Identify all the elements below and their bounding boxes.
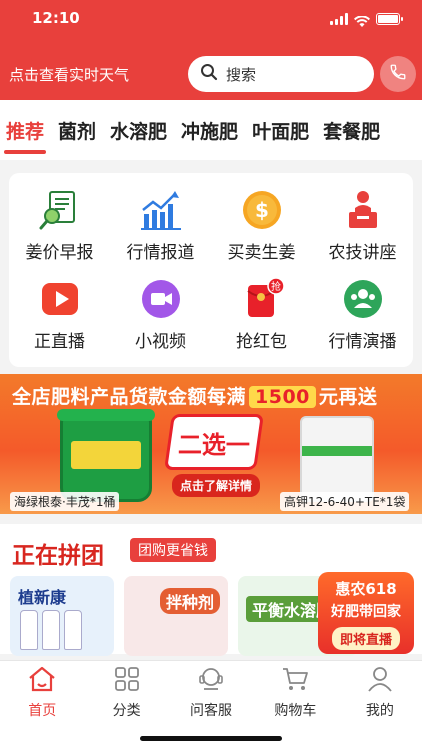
tab-package[interactable]: 套餐肥 — [323, 117, 380, 144]
banner-headline-prefix: 全店肥料产品货款金额每满 — [12, 386, 247, 408]
live-promo-card[interactable]: 惠农618 好肥带回家 即将直播 — [318, 572, 414, 654]
product-name: 植新康 — [18, 588, 67, 607]
wifi-icon — [354, 13, 370, 27]
feature-grid: 姜价早报 行情报道 $ 买卖生姜 农技讲座 正直播 小视频 抢 抢红包 行情演播 — [9, 173, 413, 367]
search-icon — [200, 63, 218, 85]
customer-service-icon — [196, 665, 226, 697]
grid-item-market-broadcast[interactable]: 行情演播 — [312, 270, 413, 359]
nav-label: 问客服 — [190, 703, 233, 719]
grid-item-label: 抢红包 — [236, 332, 287, 352]
lecture-icon — [341, 188, 385, 232]
product-card[interactable]: 植新康 — [10, 576, 114, 656]
nav-label: 分类 — [112, 703, 141, 719]
category-tabs: 推荐 菌剂 水溶肥 冲施肥 叶面肥 套餐肥 — [0, 100, 422, 160]
grid-item-market-report[interactable]: 行情报道 — [110, 181, 211, 270]
tab-recommend[interactable]: 推荐 — [3, 117, 47, 154]
grid-item-label: 农技讲座 — [328, 243, 397, 263]
grid-item-agri-lecture[interactable]: 农技讲座 — [312, 181, 413, 270]
tab-foliar[interactable]: 叶面肥 — [252, 117, 309, 144]
profile-icon — [365, 665, 395, 697]
group-buy-title: 正在拼团 — [12, 543, 104, 569]
status-time: 12:10 — [32, 9, 80, 27]
tab-microbial[interactable]: 菌剂 — [58, 117, 96, 144]
banner-right-caption: 高钾12-6-40+TE*1袋 — [280, 492, 410, 511]
grid-item-live[interactable]: 正直播 — [9, 270, 110, 359]
nav-profile[interactable]: 我的 — [338, 661, 422, 750]
group-buy-section: 正在拼团 团购更省钱 植新康 拌种剂 平衡水溶肥 惠农618 好肥带回家 即将直… — [0, 524, 422, 656]
status-icons — [330, 13, 403, 27]
promo-banner[interactable]: 全店肥料产品货款金额每满 1500 元再送 二选一 点击了解详情 海绿根泰·丰茂*1… — [0, 374, 422, 514]
grid-item-label: 小视频 — [135, 332, 186, 352]
weather-link[interactable]: 点击查看实时天气 — [9, 64, 129, 85]
product-name: 拌种剂 — [160, 588, 221, 614]
cart-icon — [280, 665, 310, 697]
home-icon — [27, 665, 57, 697]
phone-icon — [389, 63, 407, 85]
nav-label: 首页 — [28, 703, 57, 719]
grid-item-label: 姜价早报 — [25, 243, 94, 263]
grid-item-label: 买卖生姜 — [227, 243, 296, 263]
nav-label: 我的 — [365, 703, 394, 719]
red-envelope-icon: 抢 — [240, 277, 285, 321]
signal-icon — [330, 13, 348, 25]
search-placeholder: 搜索 — [226, 65, 257, 84]
phone-button[interactable] — [380, 56, 416, 92]
detail-button[interactable]: 点击了解详情 — [172, 474, 261, 497]
category-icon — [112, 665, 142, 697]
grid-item-label: 行情演播 — [328, 332, 397, 352]
grid-item-ginger-price[interactable]: 姜价早报 — [9, 181, 110, 270]
product-card[interactable]: 拌种剂 — [124, 576, 228, 656]
fertilizer-bucket-image — [57, 409, 155, 502]
chart-icon — [139, 188, 183, 232]
banner-headline-amount: 1500 — [249, 386, 316, 408]
search-bar[interactable]: 搜索 — [188, 56, 374, 92]
promo-line1: 惠农618 — [335, 580, 397, 598]
choose-one-badge: 二选一 — [164, 414, 264, 470]
home-indicator — [140, 736, 282, 741]
status-bar: 12:10 — [0, 0, 422, 40]
choose-one-text: 二选一 — [178, 430, 250, 459]
tab-water-soluble[interactable]: 水溶肥 — [110, 117, 167, 144]
group-buy-tag[interactable]: 团购更省钱 — [130, 538, 216, 562]
battery-icon — [376, 13, 403, 25]
red-envelope-badge: 抢 — [271, 280, 281, 293]
grid-item-red-envelope[interactable]: 抢 抢红包 — [211, 270, 312, 359]
svg-text:$: $ — [255, 198, 269, 222]
banner-headline-suffix: 元再送 — [318, 386, 378, 408]
group-icon — [341, 277, 385, 321]
nav-label: 购物车 — [274, 703, 317, 719]
dollar-icon: $ — [240, 188, 284, 232]
video-icon — [139, 277, 183, 321]
promo-button[interactable]: 即将直播 — [331, 627, 400, 650]
promo-line2: 好肥带回家 — [331, 604, 401, 620]
play-icon — [38, 277, 82, 321]
tab-flush-fertilizer[interactable]: 冲施肥 — [181, 117, 238, 144]
report-icon — [38, 188, 82, 232]
grid-item-buy-sell-ginger[interactable]: $ 买卖生姜 — [211, 181, 312, 270]
grid-item-label: 正直播 — [34, 332, 85, 352]
grid-item-label: 行情报道 — [126, 243, 195, 263]
banner-headline: 全店肥料产品货款金额每满 1500 元再送 — [12, 382, 377, 409]
fertilizer-bag-image — [300, 416, 374, 502]
product-image — [20, 610, 82, 650]
app-header: 12:10 点击查看实时天气 搜索 — [0, 0, 422, 100]
nav-home[interactable]: 首页 — [0, 661, 84, 750]
banner-left-caption: 海绿根泰·丰茂*1桶 — [10, 492, 120, 511]
grid-item-short-video[interactable]: 小视频 — [110, 270, 211, 359]
